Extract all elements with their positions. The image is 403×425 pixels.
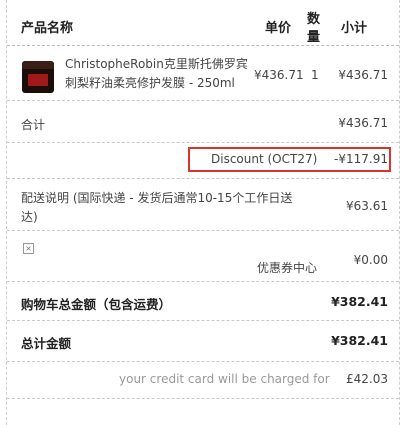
order-summary: 产品名称 单价 数 量 小计 ChristopheRobin克里斯托佛罗宾 刺梨… (6, 0, 400, 425)
shipping-label-line2: 达) (21, 210, 38, 224)
table-header: 产品名称 单价 数 量 小计 (7, 0, 399, 46)
coupon-value: ¥0.00 (353, 253, 388, 267)
shipping-label-line1: 配送说明 (国际快递 - 发货后通常10-15个工作日送 (21, 191, 293, 205)
charge-value: £42.03 (346, 372, 388, 386)
broken-image-icon: × (23, 243, 34, 254)
grand-total-row: 总计金额 ¥382.41 (7, 321, 399, 362)
total-value: ¥436.71 (338, 116, 388, 130)
cart-total-label: 购物车总金额（包含运费） (21, 297, 172, 312)
header-qty-1: 数 (307, 12, 321, 27)
shipping-value: ¥63.61 (346, 199, 388, 213)
total-row: 合计 ¥436.71 (7, 101, 399, 143)
discount-highlight-box (188, 147, 391, 172)
grand-total-value: ¥382.41 (331, 333, 388, 348)
coupon-label[interactable]: 优惠券中心 (257, 259, 317, 276)
cart-total-value: ¥382.41 (331, 294, 388, 309)
product-thumbnail[interactable] (22, 61, 54, 93)
product-name-line2[interactable]: 刺梨籽油柔亮修护发膜 - 250ml (65, 74, 235, 91)
charge-row: your credit card will be charged for £42… (7, 362, 399, 399)
header-price: 单价 (265, 21, 292, 36)
charge-label: your credit card will be charged for (119, 372, 330, 386)
coupon-row: ¥0.00 优惠券中心 (7, 231, 399, 282)
product-price: ¥436.71 (254, 68, 304, 82)
product-qty: 1 (311, 68, 319, 82)
header-subtotal: 小计 (341, 21, 368, 36)
product-row: ChristopheRobin克里斯托佛罗宾 刺梨籽油柔亮修护发膜 - 250m… (7, 46, 399, 101)
product-subtotal: ¥436.71 (338, 68, 388, 82)
product-name-line1[interactable]: ChristopheRobin克里斯托佛罗宾 (65, 55, 248, 72)
grand-total-label: 总计金额 (21, 336, 72, 351)
cart-total-row: 购物车总金额（包含运费） ¥382.41 (7, 282, 399, 321)
header-qty-2: 量 (307, 30, 321, 45)
total-label: 合计 (21, 118, 46, 132)
header-product: 产品名称 (21, 21, 74, 36)
shipping-row: 配送说明 (国际快递 - 发货后通常10-15个工作日送 达) ¥63.61 (7, 179, 399, 231)
